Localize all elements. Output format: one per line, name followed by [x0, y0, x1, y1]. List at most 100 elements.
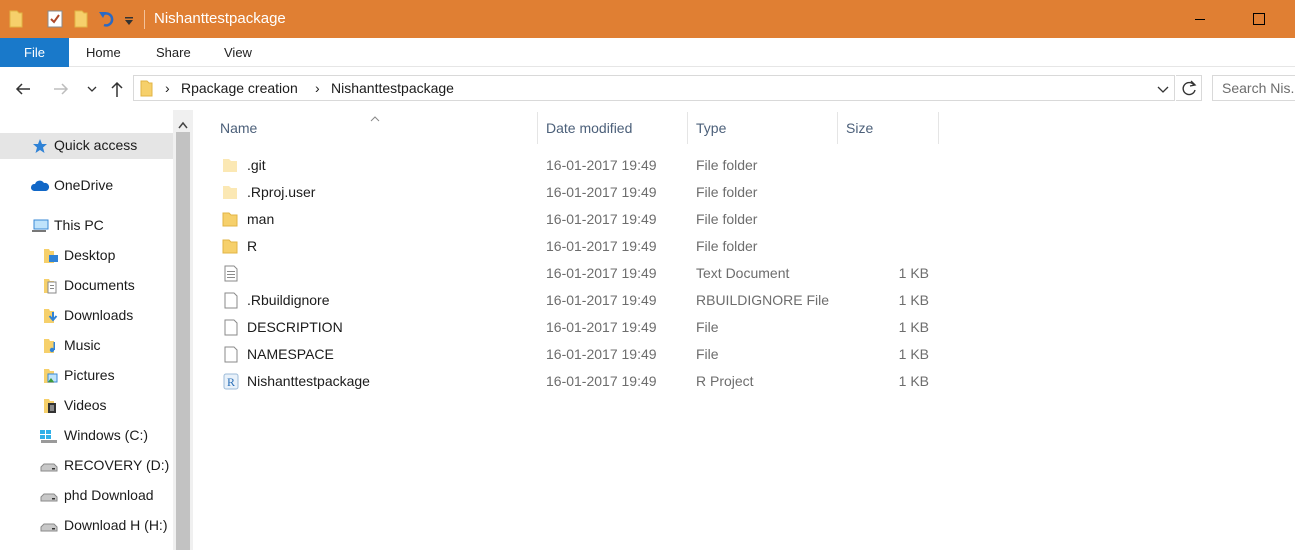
- search-placeholder: Search Nis...: [1222, 80, 1295, 96]
- table-row[interactable]: .git 16-01-2017 19:49 File folder: [216, 152, 936, 179]
- documents-folder-icon: [42, 278, 60, 294]
- drive-icon: [38, 488, 58, 504]
- sidebar-scrollbar[interactable]: [173, 110, 193, 550]
- file-size: 1 KB: [898, 265, 929, 281]
- table-row[interactable]: 16-01-2017 19:49 Text Document 1 KB: [216, 260, 936, 287]
- cloud-icon: [30, 178, 50, 194]
- sidebar-item-this-pc[interactable]: This PC: [0, 213, 173, 239]
- navigation-bar: › Rpackage creation › Nishanttestpackage…: [0, 67, 1295, 110]
- ribbon-tab-bar: File Home Share View: [0, 38, 1295, 67]
- up-arrow-icon[interactable]: [107, 79, 127, 99]
- title-bar: Nishanttestpackage: [0, 0, 1295, 38]
- sidebar-item-pictures[interactable]: Pictures: [0, 363, 173, 389]
- column-divider[interactable]: [938, 112, 939, 144]
- windows-drive-icon: [38, 428, 57, 444]
- table-row[interactable]: NAMESPACE 16-01-2017 19:49 File 1 KB: [216, 341, 936, 368]
- file-type: File folder: [696, 184, 758, 200]
- file-date: 16-01-2017 19:49: [546, 319, 657, 335]
- file-type: R Project: [696, 373, 754, 389]
- undo-icon[interactable]: [98, 9, 116, 32]
- sidebar-item-desktop[interactable]: Desktop: [0, 243, 173, 269]
- column-header-type[interactable]: Type: [688, 110, 837, 146]
- sidebar-item-onedrive[interactable]: OneDrive: [0, 173, 173, 199]
- maximize-button[interactable]: [1236, 0, 1282, 38]
- column-header-label: Size: [846, 120, 874, 136]
- text-document-icon: [222, 265, 240, 282]
- sidebar-item-label: Download H (H:): [64, 517, 168, 533]
- file-date: 16-01-2017 19:49: [546, 346, 657, 362]
- back-arrow-icon[interactable]: [13, 79, 33, 99]
- sidebar-item-music[interactable]: Music: [0, 333, 173, 359]
- breadcrumb-separator-icon[interactable]: ›: [165, 80, 170, 96]
- sidebar-item-download-h[interactable]: Download H (H:): [0, 513, 173, 539]
- folder-icon: [222, 211, 240, 228]
- music-folder-icon: [42, 338, 60, 354]
- file-tab[interactable]: File: [0, 38, 69, 67]
- file-date: 16-01-2017 19:49: [546, 373, 657, 389]
- sidebar-item-videos[interactable]: Videos: [0, 393, 173, 419]
- column-header-label: Date modified: [546, 120, 633, 136]
- downloads-folder-icon: [42, 308, 60, 324]
- breadcrumb-rpackage-creation[interactable]: Rpackage creation: [181, 80, 298, 96]
- sidebar-item-label: Videos: [64, 397, 107, 413]
- file-name: Nishanttestpackage: [247, 373, 370, 389]
- file-type: RBUILDIGNORE File: [696, 292, 830, 308]
- sidebar-item-documents[interactable]: Documents: [0, 273, 173, 299]
- sidebar-item-phd-download[interactable]: phd Download: [0, 483, 173, 509]
- sidebar-item-label: Desktop: [64, 247, 116, 263]
- address-dropdown-chevron-icon[interactable]: [1156, 82, 1170, 99]
- folder-app-icon: [8, 9, 24, 32]
- file-icon: [222, 292, 240, 309]
- file-type: File: [696, 346, 719, 362]
- file-name: .Rproj.user: [247, 184, 316, 200]
- table-row[interactable]: DESCRIPTION 16-01-2017 19:49 File 1 KB: [216, 314, 936, 341]
- search-input[interactable]: Search Nis...: [1212, 75, 1295, 101]
- sidebar-item-label: Music: [64, 337, 101, 353]
- file-type: File folder: [696, 211, 758, 227]
- tab-share[interactable]: Share: [156, 38, 191, 67]
- customize-toolbar-chevron-icon[interactable]: [124, 14, 134, 30]
- file-date: 16-01-2017 19:49: [546, 292, 657, 308]
- address-bar[interactable]: › Rpackage creation › Nishanttestpackage: [133, 75, 1175, 101]
- file-size: 1 KB: [898, 373, 929, 389]
- recent-locations-chevron-icon[interactable]: [82, 79, 102, 99]
- refresh-button[interactable]: [1176, 75, 1202, 101]
- table-row[interactable]: man 16-01-2017 19:49 File folder: [216, 206, 936, 233]
- new-folder-icon[interactable]: [73, 9, 89, 32]
- sidebar-item-quick-access[interactable]: Quick access: [0, 133, 173, 159]
- table-row[interactable]: R Nishanttestpackage 16-01-2017 19:49 R …: [216, 368, 936, 395]
- tab-view[interactable]: View: [224, 38, 252, 67]
- sidebar-item-recovery-d[interactable]: RECOVERY (D:): [0, 453, 173, 479]
- file-name: .Rbuildignore: [247, 292, 330, 308]
- sidebar-item-windows-c[interactable]: Windows (C:): [0, 423, 173, 449]
- tab-home[interactable]: Home: [86, 38, 121, 67]
- minimize-button[interactable]: [1177, 0, 1223, 38]
- sidebar-item-downloads[interactable]: Downloads: [0, 303, 173, 329]
- breadcrumb-nishanttestpackage[interactable]: Nishanttestpackage: [331, 80, 454, 96]
- column-header-name[interactable]: Name: [213, 110, 536, 146]
- forward-arrow-icon[interactable]: [51, 79, 71, 99]
- sidebar-item-label: Windows (C:): [64, 427, 149, 443]
- file-type: Text Document: [696, 265, 790, 281]
- sidebar-item-label: Quick access: [54, 137, 138, 153]
- file-name: R: [247, 238, 258, 254]
- sidebar-item-label: Downloads: [64, 307, 134, 323]
- file-list: Name Date modified Type Size .git 16-01-…: [193, 110, 1295, 550]
- table-row[interactable]: .Rbuildignore 16-01-2017 19:49 RBUILDIGN…: [216, 287, 936, 314]
- sidebar-item-label: OneDrive: [54, 177, 114, 193]
- scrollbar-thumb[interactable]: [176, 132, 190, 550]
- pictures-folder-icon: [42, 368, 60, 384]
- sidebar-item-label: Pictures: [64, 367, 115, 383]
- title-separator: [144, 10, 145, 29]
- table-row[interactable]: .Rproj.user 16-01-2017 19:49 File folder: [216, 179, 936, 206]
- properties-icon[interactable]: [46, 9, 64, 32]
- file-type: File folder: [696, 238, 758, 254]
- folder-icon: [222, 238, 240, 255]
- table-row[interactable]: R 16-01-2017 19:49 File folder: [216, 233, 936, 260]
- column-header-date-modified[interactable]: Date modified: [538, 110, 687, 146]
- breadcrumb-separator-icon[interactable]: ›: [315, 80, 320, 96]
- scroll-up-icon[interactable]: [178, 116, 188, 132]
- column-header-label: Name: [220, 120, 258, 136]
- column-header-size[interactable]: Size: [838, 110, 938, 146]
- videos-folder-icon: [42, 398, 60, 414]
